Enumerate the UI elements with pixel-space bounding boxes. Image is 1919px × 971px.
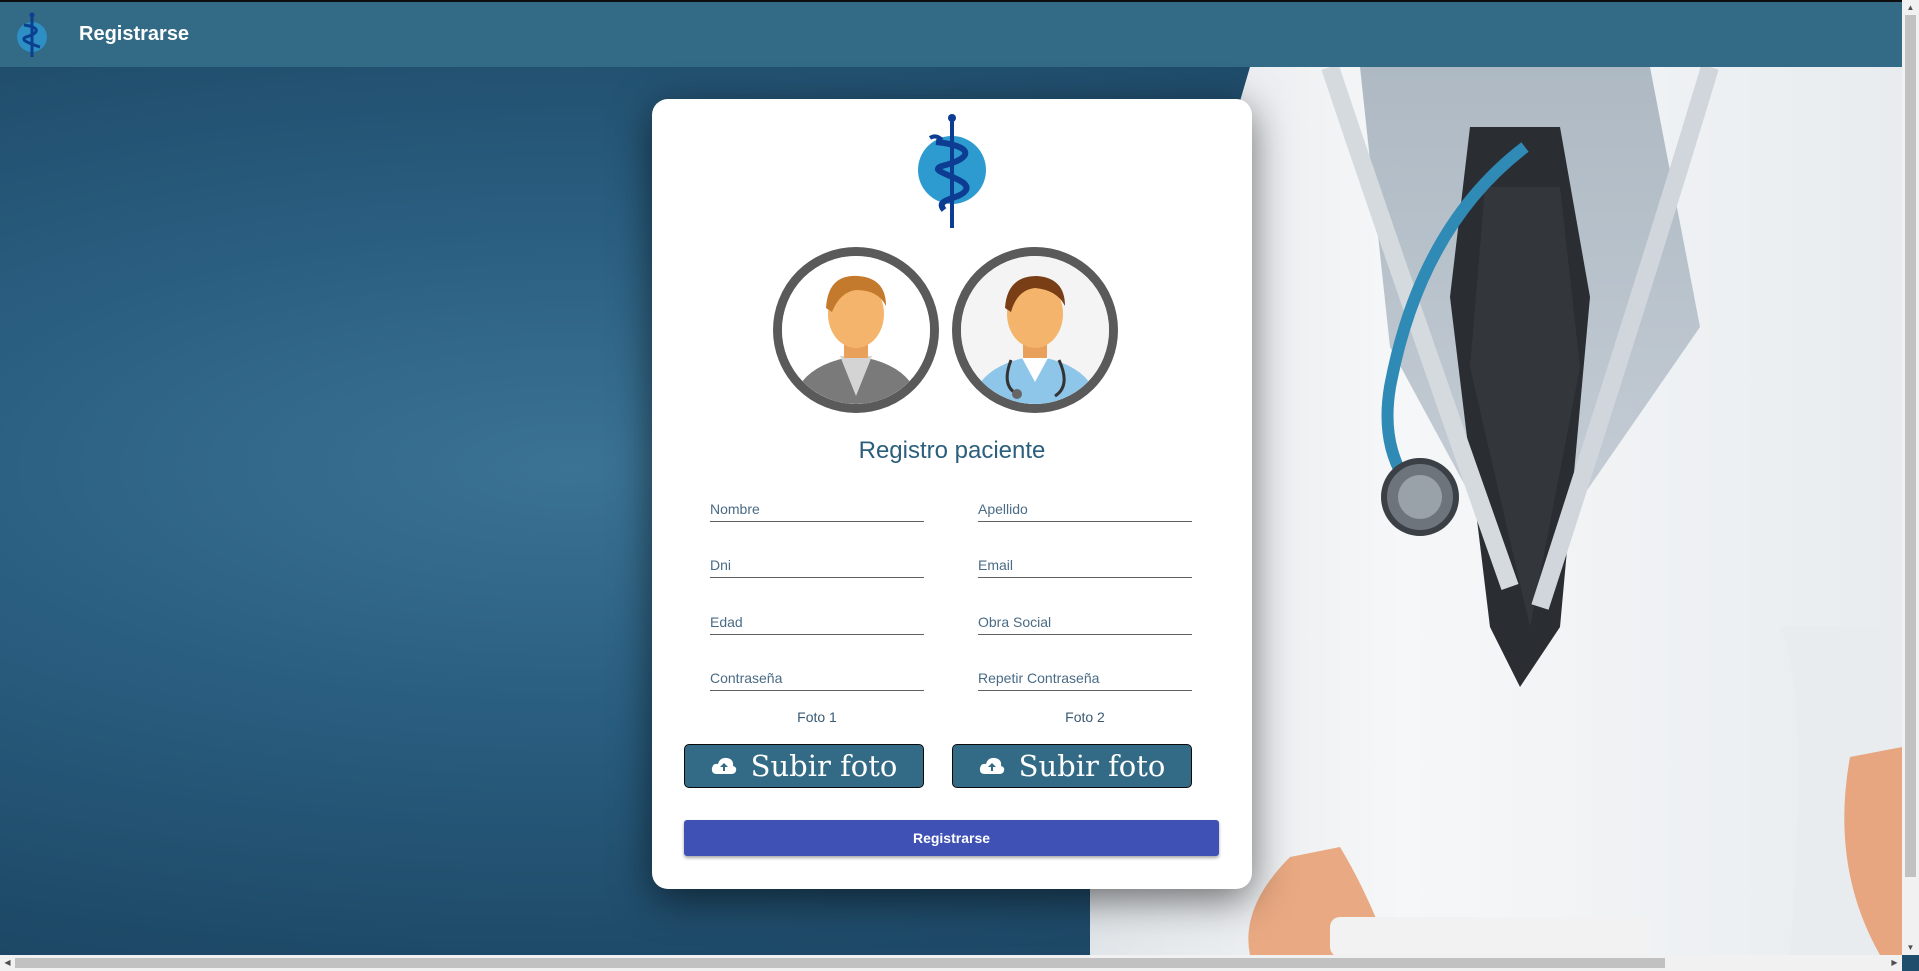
cloud-upload-icon: [979, 757, 1004, 774]
vertical-scrollbar[interactable]: ▲ ▼: [1902, 0, 1919, 955]
password-repeat-field: [978, 666, 1192, 691]
obra-social-input[interactable]: [978, 610, 1192, 635]
scroll-left-arrow-icon[interactable]: ◀: [0, 955, 15, 971]
scroll-down-arrow-icon[interactable]: ▼: [1902, 940, 1919, 955]
dni-field: [710, 553, 924, 578]
upload-photo2-label: Subir foto: [1018, 749, 1166, 783]
doctor-avatar-icon: [961, 256, 1109, 404]
foto1-label: Foto 1: [797, 709, 837, 725]
cloud-upload-icon: [711, 757, 736, 774]
nombre-field: [710, 497, 924, 522]
scroll-right-arrow-icon[interactable]: ▶: [1887, 955, 1902, 971]
email-field: [978, 553, 1192, 578]
patient-avatar-icon: [782, 256, 930, 404]
foto2-label: Foto 2: [1065, 709, 1105, 725]
patient-avatar[interactable]: [773, 247, 939, 413]
password-repeat-input[interactable]: [978, 666, 1192, 691]
nombre-input[interactable]: [710, 497, 924, 522]
doctor-avatar[interactable]: [952, 247, 1118, 413]
horizontal-scrollbar[interactable]: ◀ ▶: [0, 955, 1902, 971]
scroll-up-arrow-icon[interactable]: ▲: [1902, 0, 1919, 15]
email-input[interactable]: [978, 553, 1192, 578]
vertical-scroll-thumb[interactable]: [1905, 15, 1916, 877]
upload-photo1-label: Subir foto: [750, 749, 898, 783]
page-title: Registrarse: [79, 23, 190, 45]
password-input[interactable]: [710, 666, 924, 691]
edad-field: [710, 610, 924, 635]
horizontal-scroll-thumb[interactable]: [15, 958, 1665, 968]
upload-photo2-button[interactable]: Subir foto: [952, 744, 1192, 788]
edad-input[interactable]: [710, 610, 924, 635]
top-bar: Registrarse: [0, 0, 1902, 67]
caduceus-icon: [918, 114, 986, 228]
form-title: Registro paciente: [858, 437, 1046, 464]
upload-photo1-button[interactable]: Subir foto: [684, 744, 924, 788]
register-button[interactable]: Registrarse: [684, 820, 1219, 856]
dni-input[interactable]: [710, 553, 924, 578]
apellido-input[interactable]: [978, 497, 1192, 522]
apellido-field: [978, 497, 1192, 522]
caduceus-logo-icon: [17, 12, 47, 57]
registration-card: Registro paciente Foto 1 Foto 2 Subir fo…: [652, 99, 1252, 889]
obra-social-field: [978, 610, 1192, 635]
password-field: [710, 666, 924, 691]
